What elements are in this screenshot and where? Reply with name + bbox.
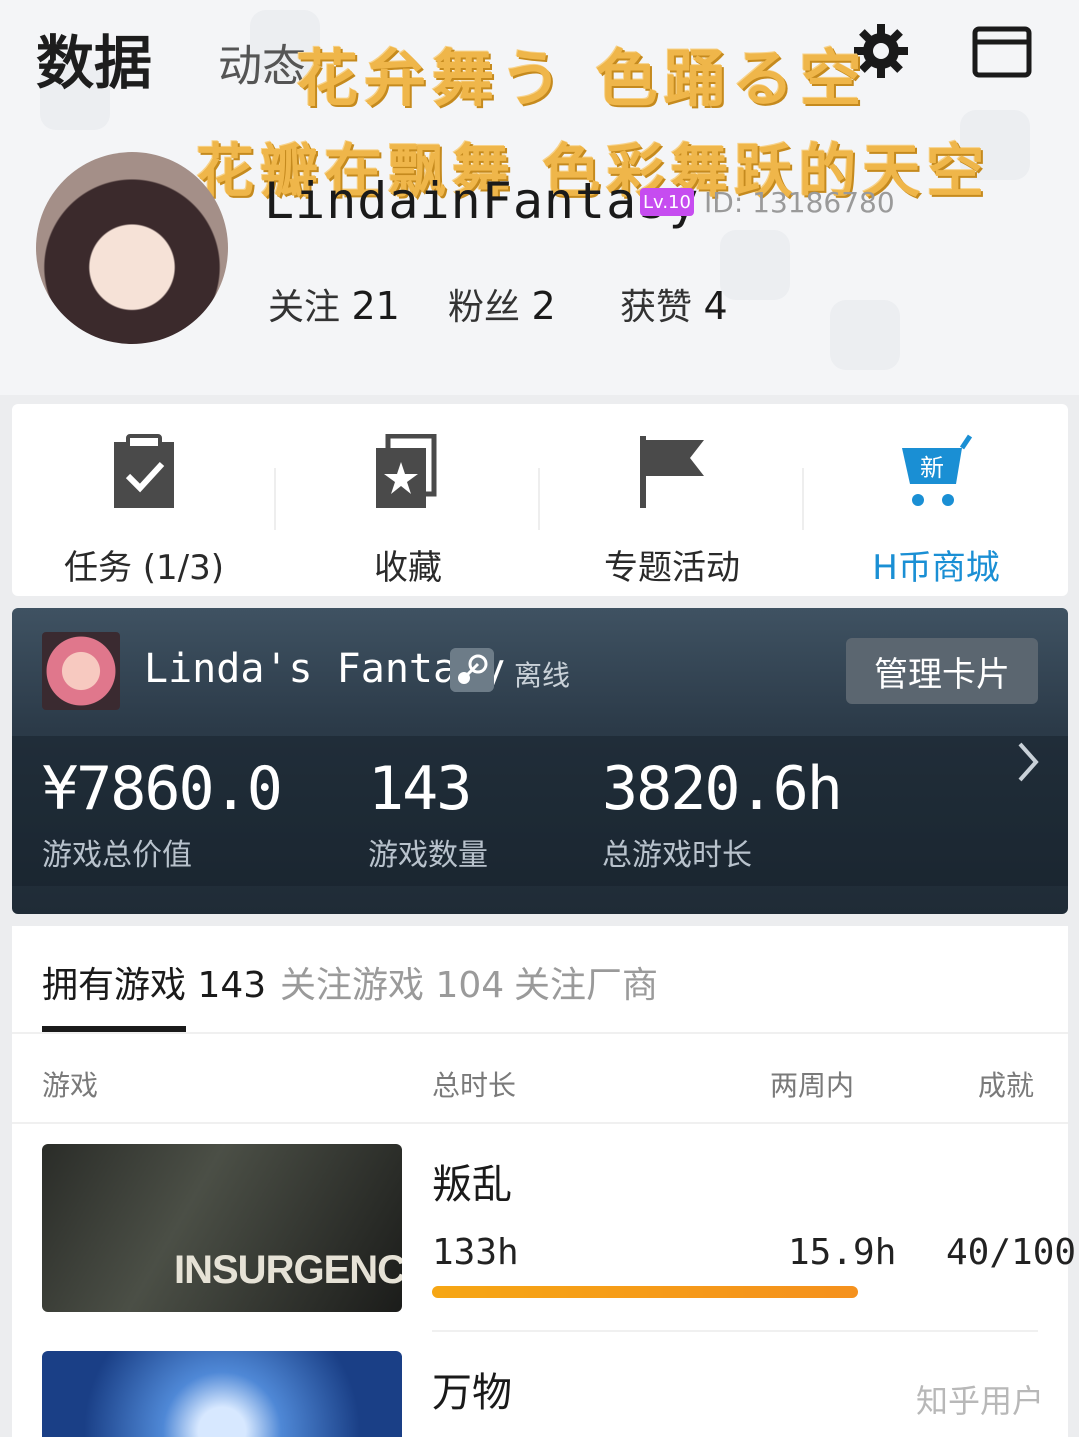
- quick-action-favorites[interactable]: 收藏: [276, 404, 540, 596]
- quick-action-hcoin-store[interactable]: 新 H币商城: [804, 404, 1068, 596]
- metric-label: 游戏总价值: [42, 838, 192, 873]
- game-title[interactable]: 万物: [432, 1360, 512, 1418]
- tab-followed-games[interactable]: 关注游戏 104: [280, 956, 504, 1008]
- divider: [12, 1032, 1068, 1034]
- game-title[interactable]: 叛乱: [432, 1152, 512, 1210]
- decor-pattern: [830, 300, 900, 370]
- follow-label: 关注: [268, 287, 341, 328]
- divider: [802, 468, 804, 530]
- divider: [12, 1122, 1068, 1124]
- play-time-progress-bar: [432, 1286, 858, 1298]
- metric-label: 游戏数量: [368, 838, 488, 873]
- star-bookmark-icon: [376, 434, 437, 508]
- quick-action-label: 任务 (1/3): [63, 548, 225, 588]
- username: LindainFantasy: [264, 172, 700, 230]
- new-badge-text: 新: [920, 454, 944, 482]
- avatar[interactable]: [36, 152, 228, 344]
- tab-followed-publishers[interactable]: 关注厂商: [514, 956, 658, 1008]
- fans-count: 2: [531, 284, 556, 328]
- tab-feed[interactable]: 动态: [218, 30, 306, 94]
- game-two-week-time: 15.9h: [788, 1232, 897, 1273]
- quick-action-label: 专题活动: [604, 548, 740, 588]
- column-header-game: 游戏: [42, 1069, 99, 1102]
- game-achievements: 40/100: [946, 1232, 1077, 1273]
- mail-icon[interactable]: [972, 26, 1032, 78]
- likes-stat[interactable]: 获赞 4: [620, 278, 728, 330]
- quick-action-label: H币商城: [872, 548, 1000, 588]
- steam-icon: [450, 648, 494, 692]
- tab-data[interactable]: 数据: [36, 16, 152, 100]
- quick-actions-card: 任务 (1/3) 收藏 专题活动 新 H币商城: [12, 404, 1068, 596]
- decor-pattern: [720, 230, 790, 300]
- game-total-time: 133h: [432, 1232, 519, 1273]
- follow-count: 21: [351, 284, 400, 328]
- quick-action-tasks[interactable]: 任务 (1/3): [12, 404, 276, 596]
- cart-new-icon: 新: [902, 434, 973, 506]
- user-id: ID: 13186780: [704, 186, 895, 219]
- metric-label: 总游戏时长: [602, 838, 752, 873]
- clipboard-check-icon: [114, 434, 174, 508]
- metric-play-time: 3820.6h 总游戏时长: [602, 754, 843, 874]
- progress-fill: [432, 1286, 858, 1298]
- steam-card[interactable]: Linda's Fantasy 离线 管理卡片 ¥7860.0 游戏总价值 14…: [12, 608, 1068, 914]
- overlay-caption-japanese: 花弁舞う 色踊る空: [296, 42, 868, 115]
- steam-avatar: [42, 632, 120, 710]
- column-header-total[interactable]: 总时长: [432, 1064, 516, 1104]
- fans-label: 粉丝: [448, 287, 521, 328]
- tab-owned-games[interactable]: 拥有游戏 143: [42, 956, 266, 1008]
- game-thumbnail-insurgency[interactable]: INSURGENCY: [42, 1144, 402, 1312]
- likes-label: 获赞: [620, 287, 693, 328]
- follow-stat[interactable]: 关注 21: [268, 278, 400, 330]
- games-list-card: 拥有游戏 143 关注游戏 104 关注厂商 游戏 总时长 两周内 成就 INS…: [12, 926, 1076, 1437]
- metric-total-value: ¥7860.0 游戏总价值: [42, 754, 283, 874]
- fans-stat[interactable]: 粉丝 2: [448, 278, 556, 330]
- column-header-achievements[interactable]: 成就: [978, 1064, 1034, 1104]
- metric-value: 3820.6h: [602, 754, 843, 824]
- metric-game-count: 143 游戏数量: [368, 754, 488, 874]
- divider: [432, 1330, 1038, 1332]
- divider: [274, 468, 276, 530]
- level-badge: Lv.10: [640, 188, 694, 216]
- chevron-right-icon[interactable]: [1014, 740, 1042, 784]
- steam-status: 离线: [514, 659, 571, 692]
- manage-card-button[interactable]: 管理卡片: [846, 638, 1038, 704]
- column-header-two-weeks[interactable]: 两周内: [770, 1064, 854, 1104]
- watermark: 知乎用户: [916, 1382, 1045, 1420]
- metric-value: ¥7860.0: [42, 754, 283, 824]
- flag-icon: [640, 436, 704, 508]
- divider: [538, 468, 540, 530]
- thumbnail-logo-text: INSURGENCY: [174, 1248, 402, 1292]
- likes-count: 4: [703, 284, 728, 328]
- game-thumbnail-everything[interactable]: [42, 1351, 402, 1437]
- quick-action-label: 收藏: [374, 548, 442, 588]
- metric-value: 143: [368, 754, 472, 824]
- quick-action-events[interactable]: 专题活动: [540, 404, 804, 596]
